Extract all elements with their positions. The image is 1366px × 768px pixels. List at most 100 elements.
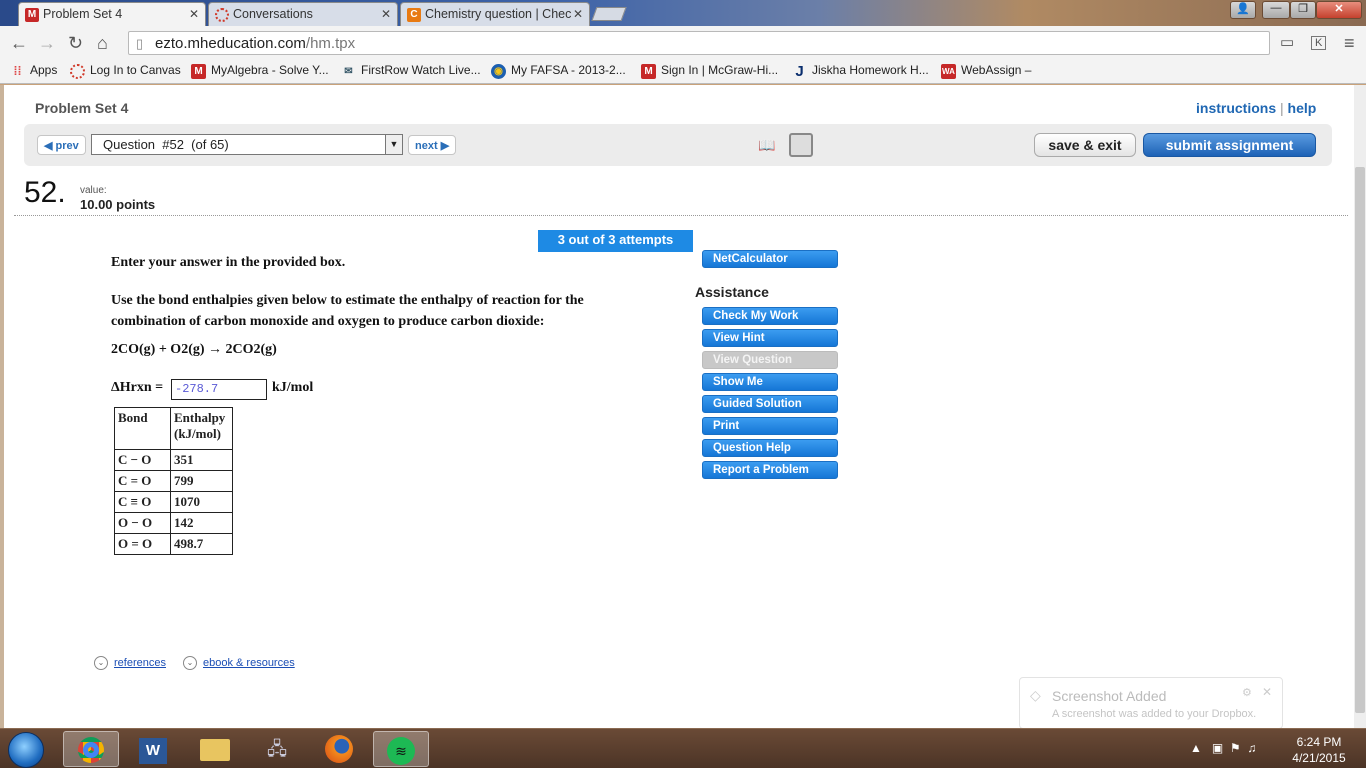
bond-enthalpy-table: Bond Enthalpy (kJ/mol) C − O 351 C = O 799… <box>114 407 233 555</box>
attempts-badge: 3 out of 3 attempts <box>538 230 693 252</box>
table-cell: C ≡ O <box>114 491 171 513</box>
spotify-taskbar-icon[interactable]: ≋ <box>373 731 429 767</box>
close-tab-icon[interactable]: ✕ <box>573 7 583 21</box>
help-link[interactable]: help <box>1288 100 1317 116</box>
notification-title: Screenshot Added <box>1052 688 1167 704</box>
question-text: Use the bond enthalpies given below to e… <box>111 290 584 332</box>
bookmark-myalgebra[interactable]: M MyAlgebra - Solve Y... <box>191 63 329 79</box>
bookmarks-bar: ⁞⁞ Apps Log In to Canvas M MyAlgebra - Sol… <box>0 60 1366 84</box>
references-link[interactable]: ⌄ references <box>94 656 166 670</box>
firstrow-icon: ✉ <box>344 66 353 77</box>
submit-assignment-button[interactable]: submit assignment <box>1143 133 1316 157</box>
show-me-button[interactable]: Show Me <box>702 373 838 391</box>
tab-chemistry-question[interactable]: C Chemistry question | Chec ✕ <box>400 2 590 26</box>
prev-button[interactable]: ◀ prev <box>37 135 86 155</box>
question-select-value: Question #52 (of 65) <box>103 137 229 152</box>
guided-solution-button[interactable]: Guided Solution <box>702 395 838 413</box>
bookmark-fafsa[interactable]: ◉ My FAFSA - 2013-2... <box>491 63 626 79</box>
ebook-resources-link[interactable]: ⌄ ebook & resources <box>183 656 295 670</box>
table-row: O − O 142 <box>114 512 233 534</box>
table-header-bond: Bond <box>114 407 171 450</box>
vertical-scrollbar[interactable] <box>1354 85 1366 728</box>
table-cell: 498.7 <box>170 533 233 555</box>
bookmark-jiskha[interactable]: J Jiskha Homework H... <box>792 63 928 79</box>
volume-icon[interactable]: ♫ <box>1247 741 1256 755</box>
home-icon[interactable]: ⌂ <box>97 33 108 54</box>
netcalculator-button[interactable]: NetCalculator <box>702 250 838 268</box>
maximize-button[interactable]: ❐ <box>1290 1 1316 19</box>
expand-chevron-icon: ⌄ <box>94 656 108 670</box>
tab-label: Chemistry question | Chec <box>425 7 572 21</box>
bookmark-webassign[interactable]: WA WebAssign – <box>941 63 1031 79</box>
print-button[interactable]: Print <box>702 417 838 435</box>
window-close-button[interactable]: ✕ <box>1316 1 1362 19</box>
system-tray[interactable]: ▲ ▣ ⚑ ♫ <box>1190 741 1256 755</box>
clock-date: 4/21/2015 <box>1292 751 1346 765</box>
close-tab-icon[interactable]: ✕ <box>381 7 391 21</box>
tab-conversations[interactable]: Conversations ✕ <box>208 2 398 26</box>
new-tab-button[interactable] <box>591 7 627 21</box>
address-bar[interactable]: ▯ ezto.mheducation.com/hm.tpx <box>128 31 1270 55</box>
unit-label: kJ/mol <box>272 380 314 395</box>
bookmark-apps[interactable]: ⁞⁞ Apps <box>10 63 58 78</box>
report-problem-button[interactable]: Report a Problem <box>702 461 838 479</box>
clock[interactable]: 6:24 PM 4/21/2015 <box>1286 734 1352 766</box>
m-icon: M <box>641 64 656 79</box>
back-arrow-icon[interactable]: ← <box>10 33 28 54</box>
dropbox-notification[interactable]: ◇ Screenshot Added A screenshot was adde… <box>1019 677 1283 729</box>
bookmark-firstrow[interactable]: ✉ FirstRow Watch Live... <box>341 63 480 77</box>
scrollbar-thumb[interactable] <box>1355 167 1365 713</box>
question-select[interactable]: Question #52 (of 65) ▼ <box>91 134 403 155</box>
next-button[interactable]: next ▶ <box>408 135 457 155</box>
answer-input[interactable]: -278.7 <box>171 379 267 400</box>
explorer-taskbar-icon[interactable] <box>187 731 243 767</box>
reload-icon[interactable]: ↻ <box>68 33 83 54</box>
tab-problem-set-4[interactable]: M Problem Set 4 ✕ <box>18 2 206 26</box>
word-taskbar-icon[interactable]: W <box>125 731 181 767</box>
link-separator: | <box>1280 100 1284 116</box>
save-exit-button[interactable]: save & exit <box>1034 133 1136 157</box>
url-text: ezto.mheducation.com/hm.tpx <box>155 35 356 52</box>
question-line-2: combination of carbon monoxide and oxyge… <box>111 314 545 329</box>
save-disk-icon[interactable] <box>789 133 813 157</box>
network-taskbar-icon[interactable]: 🖧 <box>249 731 305 767</box>
flag-icon[interactable]: ⚑ <box>1230 741 1241 755</box>
apps-grid-icon: ⁞⁞ <box>13 64 22 78</box>
close-tab-icon[interactable]: ✕ <box>189 7 199 21</box>
show-hidden-icons[interactable]: ▲ <box>1190 741 1202 755</box>
table-row: C − O 351 <box>114 449 233 471</box>
mheducation-favicon-icon: M <box>25 8 39 22</box>
wrench-icon[interactable]: ⚙ <box>1242 686 1252 699</box>
start-button[interactable] <box>8 732 44 768</box>
instructions-link[interactable]: instructions <box>1196 100 1276 116</box>
firefox-taskbar-icon[interactable] <box>311 731 367 767</box>
bookmark-canvas[interactable]: Log In to Canvas <box>70 63 181 79</box>
network-icon[interactable]: ▣ <box>1212 741 1223 755</box>
instruction-text: Enter your answer in the provided box. <box>111 255 346 270</box>
ebook-icon[interactable]: 📖 <box>758 137 776 153</box>
canvas-icon <box>70 64 85 79</box>
table-cell: C − O <box>114 449 171 471</box>
chrome-taskbar-icon[interactable] <box>63 731 119 767</box>
windows-taskbar: W 🖧 ≋ ▲ ▣ ⚑ ♫ 6:24 PM 4/21/2015 <box>0 728 1366 768</box>
page-title: Problem Set 4 <box>35 100 129 116</box>
close-icon[interactable]: ✕ <box>1262 685 1272 699</box>
user-icon[interactable]: 👤 <box>1230 1 1256 19</box>
minimize-button[interactable]: — <box>1262 1 1290 19</box>
reaction-equation: 2CO(g) + O2(g) → 2CO2(g) <box>111 342 277 357</box>
table-row: C = O 799 <box>114 470 233 492</box>
check-my-work-button[interactable]: Check My Work <box>702 307 838 325</box>
cast-icon[interactable]: ▭ <box>1280 33 1294 51</box>
assistance-heading: Assistance <box>695 284 769 300</box>
view-question-button[interactable]: View Question <box>702 351 838 369</box>
view-hint-button[interactable]: View Hint <box>702 329 838 347</box>
extension-icon[interactable]: K <box>1311 36 1327 50</box>
page-icon: ▯ <box>136 36 144 51</box>
menu-icon[interactable]: ≡ <box>1344 33 1355 54</box>
dropbox-icon: ◇ <box>1030 687 1041 703</box>
table-cell: 351 <box>170 449 233 471</box>
forward-arrow-icon[interactable]: → <box>38 33 56 54</box>
bookmark-mcgraw-hill[interactable]: M Sign In | McGraw-Hi... <box>641 63 778 79</box>
question-help-button[interactable]: Question Help <box>702 439 838 457</box>
table-row: O = O 498.7 <box>114 533 233 555</box>
